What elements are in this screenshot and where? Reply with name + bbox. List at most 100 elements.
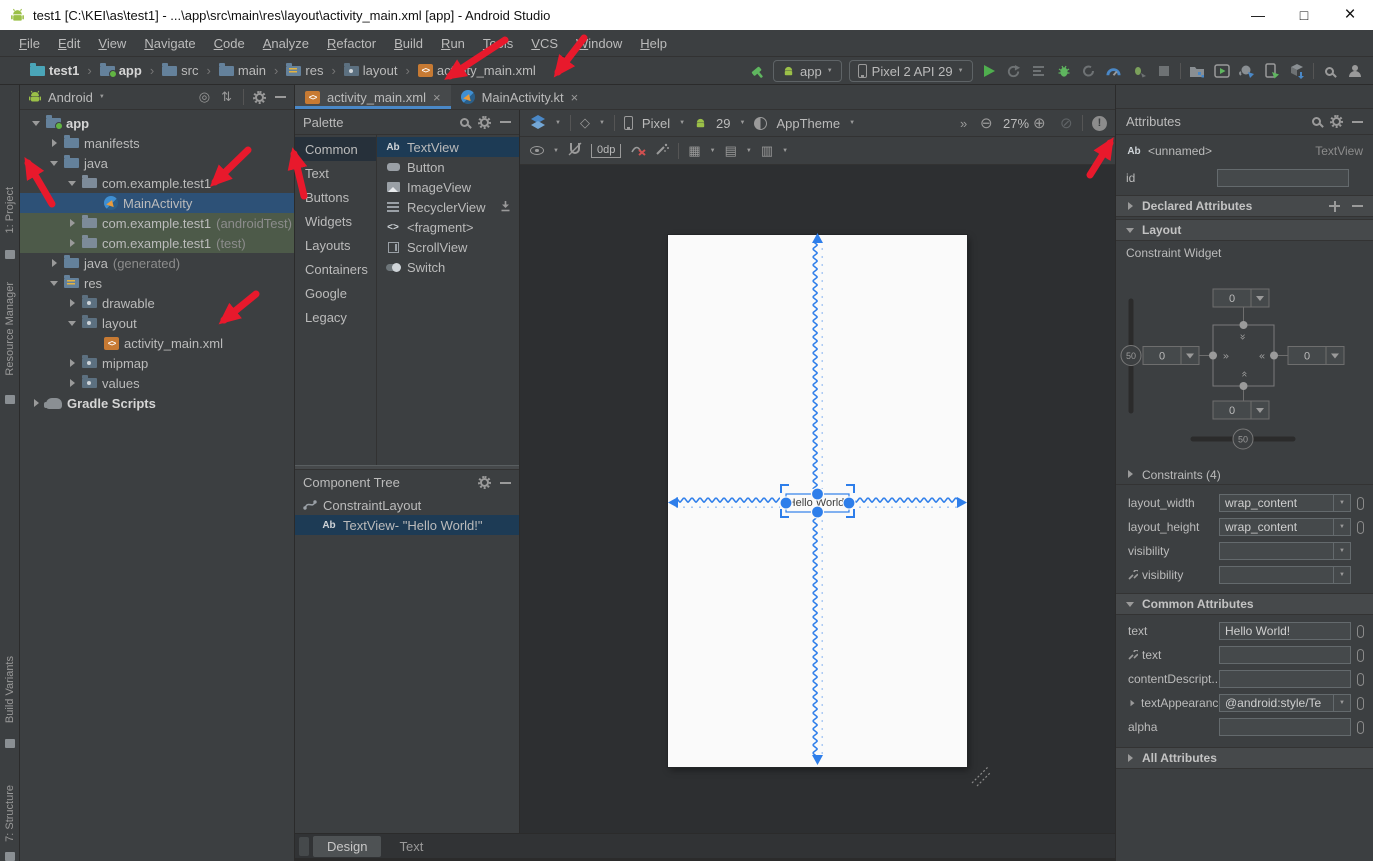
resource-manager-icon[interactable] <box>1188 62 1206 80</box>
menu-file[interactable]: File <box>10 33 49 54</box>
component-constraintlayout[interactable]: ConstraintLayout <box>295 495 519 515</box>
palette-item-scrollview[interactable]: ScrollView <box>377 237 519 257</box>
breadcrumb-main[interactable]: main <box>238 63 266 78</box>
close-tab-icon[interactable]: × <box>433 90 441 105</box>
device-selector[interactable]: Pixel 2 API 29▼ <box>849 60 973 82</box>
close-button[interactable]: × <box>1327 0 1373 30</box>
breadcrumb-app[interactable]: app <box>119 63 142 78</box>
orientation-icon[interactable]: ◇ <box>580 115 590 131</box>
menu-tools[interactable]: Tools <box>474 33 522 54</box>
api-level[interactable]: 29 <box>716 116 730 131</box>
profiler-icon[interactable] <box>1105 62 1123 80</box>
gear-icon[interactable] <box>255 93 264 102</box>
palette-category-containers[interactable]: Containers <box>295 257 376 281</box>
stripe-structure-tab[interactable]: 7: Structure <box>0 780 20 846</box>
constraint-widget[interactable]: 50 50 » » » « 0 0 0 <box>1116 261 1373 451</box>
resource-picker-icon[interactable] <box>1357 497 1364 510</box>
search-everywhere-icon[interactable] <box>1321 62 1339 80</box>
tree-item-mainactivity[interactable]: MainActivity <box>20 193 294 213</box>
gear-icon[interactable] <box>1332 117 1341 126</box>
palette-category-text[interactable]: Text <box>295 161 376 185</box>
tree-item-gradle-scripts[interactable]: Gradle Scripts <box>20 393 294 413</box>
breadcrumb-test1[interactable]: test1 <box>49 63 79 78</box>
palette-item-button[interactable]: Button <box>377 157 519 177</box>
zoom-fit-icon[interactable]: ⊘ <box>1060 114 1073 132</box>
palette-category-google[interactable]: Google <box>295 281 376 305</box>
zoom-in-icon[interactable]: ⊕ <box>1033 114 1046 132</box>
tab-mainactivity-kt[interactable]: MainActivity.kt× <box>451 85 589 109</box>
layout-width-dropdown[interactable]: wrap_content▼ <box>1219 494 1351 512</box>
layout-section[interactable]: Layout <box>1116 219 1373 241</box>
menu-navigate[interactable]: Navigate <box>135 33 204 54</box>
tree-item-package[interactable]: com.example.test1 <box>20 173 294 193</box>
breadcrumb-layout[interactable]: layout <box>363 63 398 78</box>
palette-item-fragment[interactable]: <fragment> <box>377 217 519 237</box>
tree-item-package-androidtest[interactable]: com.example.test1(androidTest) <box>20 213 294 233</box>
more-actions-icon[interactable]: » <box>960 116 967 131</box>
content-description-input[interactable] <box>1219 670 1351 688</box>
margin-bottom-dropdown[interactable]: 0 <box>1213 401 1269 419</box>
tree-item-manifests[interactable]: manifests <box>20 133 294 153</box>
avd-manager-icon[interactable] <box>1213 62 1231 80</box>
visibility-dropdown[interactable]: ▼ <box>1219 542 1351 560</box>
download-icon[interactable] <box>500 200 511 215</box>
gear-icon[interactable] <box>480 118 489 127</box>
menu-build[interactable]: Build <box>385 33 432 54</box>
tree-item-values[interactable]: values <box>20 373 294 393</box>
project-view-selector[interactable]: Android <box>48 90 93 105</box>
menu-help[interactable]: Help <box>631 33 676 54</box>
menu-refactor[interactable]: Refactor <box>318 33 385 54</box>
apply-changes-icon[interactable] <box>1030 62 1048 80</box>
menu-view[interactable]: View <box>89 33 135 54</box>
tree-item-layout[interactable]: layout <box>20 313 294 333</box>
search-icon[interactable] <box>1312 117 1321 126</box>
margin-left-dropdown[interactable]: 0 <box>1143 347 1199 365</box>
distribute-icon[interactable]: ▥ <box>761 143 773 159</box>
menu-edit[interactable]: Edit <box>49 33 89 54</box>
constraints-section[interactable]: Constraints (4) <box>1116 465 1373 485</box>
all-attributes-section[interactable]: All Attributes <box>1116 747 1373 769</box>
add-attribute-icon[interactable] <box>1329 201 1340 212</box>
gear-icon[interactable] <box>480 478 489 487</box>
profile-avatar-icon[interactable] <box>1346 62 1364 80</box>
palette-category-common[interactable]: Common <box>295 137 376 161</box>
debug-icon[interactable] <box>1055 62 1073 80</box>
hide-panel-icon[interactable] <box>1352 121 1363 123</box>
breadcrumb-activity-main[interactable]: activity_main.xml <box>437 63 536 78</box>
tree-item-activity-main-xml[interactable]: activity_main.xml <box>20 333 294 353</box>
menu-analyze[interactable]: Analyze <box>254 33 318 54</box>
design-mode-tab[interactable]: Design <box>313 836 381 857</box>
collapse-all-icon[interactable]: ⇅ <box>221 89 232 105</box>
margin-top-dropdown[interactable]: 0 <box>1213 289 1269 307</box>
id-input[interactable] <box>1217 169 1349 187</box>
resource-picker-icon[interactable] <box>1357 721 1364 734</box>
attach-debugger-icon[interactable] <box>1130 62 1148 80</box>
palette-item-switch[interactable]: Switch <box>377 257 519 277</box>
palette-category-layouts[interactable]: Layouts <box>295 233 376 257</box>
palette-item-recyclerview[interactable]: RecyclerView <box>377 197 519 217</box>
tree-item-drawable[interactable]: drawable <box>20 293 294 313</box>
tree-item-java[interactable]: java <box>20 153 294 173</box>
resource-picker-icon[interactable] <box>1357 697 1364 710</box>
stripe-build-variants-tab[interactable]: Build Variants <box>0 647 20 733</box>
layout-validation-icon[interactable] <box>1263 62 1281 80</box>
tree-item-java-generated[interactable]: java(generated) <box>20 253 294 273</box>
stripe-resource-manager-tab[interactable]: Resource Manager <box>0 270 20 388</box>
resource-picker-icon[interactable] <box>1357 625 1364 638</box>
margin-right-dropdown[interactable]: 0 <box>1288 347 1344 365</box>
clear-constraints-icon[interactable] <box>630 142 646 159</box>
menu-code[interactable]: Code <box>205 33 254 54</box>
breadcrumb-src[interactable]: src <box>181 63 198 78</box>
layout-height-dropdown[interactable]: wrap_content▼ <box>1219 518 1351 536</box>
stripe-project-tab[interactable]: 1: Project <box>0 175 20 245</box>
sdk-manager-icon[interactable] <box>1288 62 1306 80</box>
remove-attribute-icon[interactable] <box>1352 205 1363 207</box>
zoom-out-icon[interactable]: ⊖ <box>980 114 993 132</box>
device-in-editor[interactable]: Pixel <box>642 116 670 131</box>
tools-text-input[interactable] <box>1219 646 1351 664</box>
tree-item-package-test[interactable]: com.example.test1(test) <box>20 233 294 253</box>
resource-picker-icon[interactable] <box>1357 673 1364 686</box>
palette-category-widgets[interactable]: Widgets <box>295 209 376 233</box>
palette-item-textview[interactable]: TextView <box>377 137 519 157</box>
autoconnect-magnet-icon[interactable] <box>568 142 582 159</box>
